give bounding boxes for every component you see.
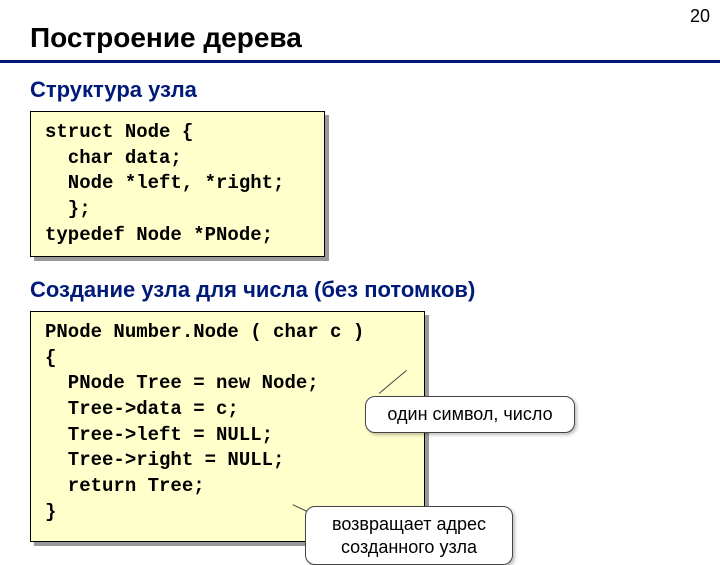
callout-1: один символ, число [365,396,575,433]
code-block-2-wrap: PNode Number.Node ( char c ) { PNode Tre… [30,311,425,542]
section2-heading: Создание узла для числа (без потомков) [30,277,690,303]
section1-heading: Структура узла [30,77,690,103]
callout-2: возвращает адрес созданного узла [305,506,513,565]
slide-title: Построение дерева [0,0,720,63]
code-block-1-wrap: struct Node { char data; Node *left, *ri… [30,111,325,257]
page-number: 20 [690,6,710,27]
content-area: Структура узла struct Node { char data; … [0,63,720,542]
code-block-1: struct Node { char data; Node *left, *ri… [30,111,325,257]
